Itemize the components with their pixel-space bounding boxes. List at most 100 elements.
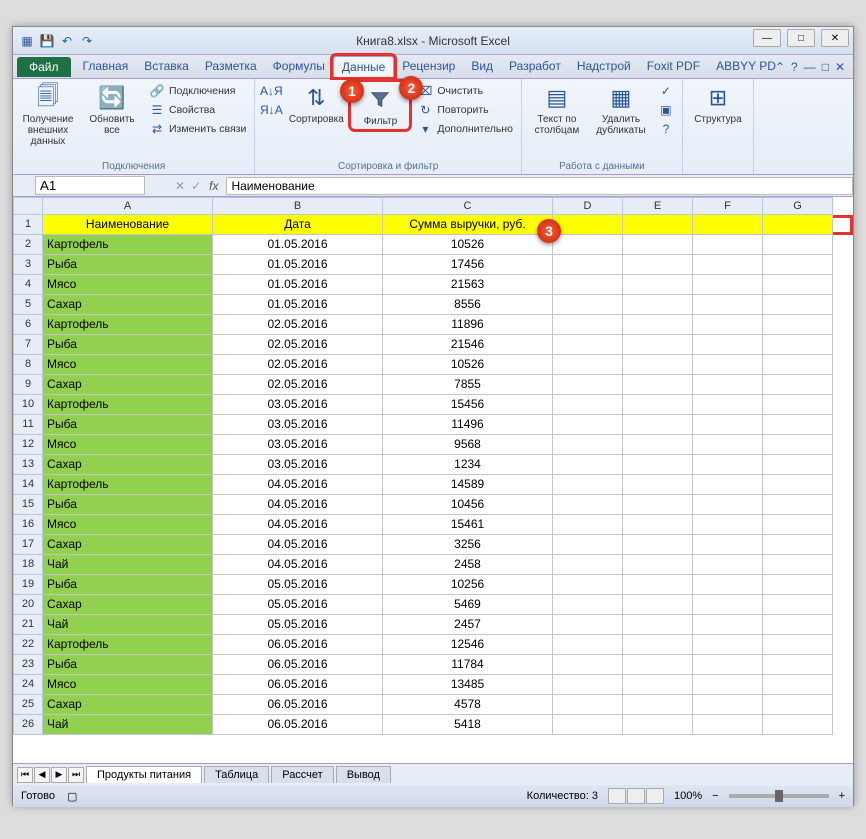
cell-B1[interactable]: Дата (213, 215, 383, 235)
tab-nav-last[interactable]: ⏭ (68, 767, 84, 783)
cell-D1[interactable] (553, 215, 623, 235)
cell-G2[interactable] (763, 235, 833, 255)
col-header-B[interactable]: B (213, 197, 383, 215)
outline-button[interactable]: ⊞ Структура (689, 82, 747, 125)
cell-E15[interactable] (623, 495, 693, 515)
cell-A22[interactable]: Картофель (43, 635, 213, 655)
cell-F2[interactable] (693, 235, 763, 255)
cell-C21[interactable]: 2457 (383, 615, 553, 635)
cell-C4[interactable]: 21563 (383, 275, 553, 295)
cell-D10[interactable] (553, 395, 623, 415)
cell-E3[interactable] (623, 255, 693, 275)
col-header-C[interactable]: C (383, 197, 553, 215)
remove-duplicates-button[interactable]: ▦ Удалить дубликаты (592, 82, 650, 136)
cell-F5[interactable] (693, 295, 763, 315)
cell-G8[interactable] (763, 355, 833, 375)
row-header[interactable]: 22 (13, 635, 43, 655)
cell-B14[interactable]: 04.05.2016 (213, 475, 383, 495)
cancel-formula-icon[interactable]: ✕ (175, 179, 185, 193)
sort-asc-button[interactable]: А↓Я (261, 82, 281, 100)
sort-desc-button[interactable]: Я↓А (261, 101, 281, 119)
ribbon-tab-формулы[interactable]: Формулы (265, 56, 333, 77)
cell-C1[interactable]: Сумма выручки, руб. (383, 215, 553, 235)
cell-C3[interactable]: 17456 (383, 255, 553, 275)
cell-B26[interactable]: 06.05.2016 (213, 715, 383, 735)
col-header-G[interactable]: G (763, 197, 833, 215)
cell-G24[interactable] (763, 675, 833, 695)
cell-E12[interactable] (623, 435, 693, 455)
cell-B2[interactable]: 01.05.2016 (213, 235, 383, 255)
cell-F25[interactable] (693, 695, 763, 715)
cell-A14[interactable]: Картофель (43, 475, 213, 495)
cell-E2[interactable] (623, 235, 693, 255)
cell-E22[interactable] (623, 635, 693, 655)
row-header[interactable]: 1 (13, 215, 43, 235)
cell-D26[interactable] (553, 715, 623, 735)
cell-C13[interactable]: 1234 (383, 455, 553, 475)
cell-B11[interactable]: 03.05.2016 (213, 415, 383, 435)
cell-D8[interactable] (553, 355, 623, 375)
col-header-A[interactable]: A (43, 197, 213, 215)
row-header[interactable]: 14 (13, 475, 43, 495)
cell-A24[interactable]: Мясо (43, 675, 213, 695)
cell-A2[interactable]: Картофель (43, 235, 213, 255)
cell-D16[interactable] (553, 515, 623, 535)
row-header[interactable]: 6 (13, 315, 43, 335)
data-validation-button[interactable]: ✓ (656, 82, 676, 100)
cell-D3[interactable] (553, 255, 623, 275)
help-icon[interactable]: ? (791, 60, 798, 74)
minimize-button[interactable]: — (753, 29, 781, 47)
cell-D6[interactable] (553, 315, 623, 335)
edit-links-button[interactable]: ⇄Изменить связи (147, 120, 248, 138)
cell-E19[interactable] (623, 575, 693, 595)
cell-D23[interactable] (553, 655, 623, 675)
ribbon-tab-вставка[interactable]: Вставка (136, 56, 197, 77)
cell-A6[interactable]: Картофель (43, 315, 213, 335)
cell-C23[interactable]: 11784 (383, 655, 553, 675)
cell-A5[interactable]: Сахар (43, 295, 213, 315)
redo-icon[interactable]: ↷ (79, 33, 95, 49)
cell-F7[interactable] (693, 335, 763, 355)
cell-G5[interactable] (763, 295, 833, 315)
cell-D17[interactable] (553, 535, 623, 555)
cell-C2[interactable]: 10526 (383, 235, 553, 255)
fx-icon[interactable]: fx (209, 179, 218, 193)
cell-C24[interactable]: 13485 (383, 675, 553, 695)
row-header[interactable]: 26 (13, 715, 43, 735)
cell-B12[interactable]: 03.05.2016 (213, 435, 383, 455)
cell-A7[interactable]: Рыба (43, 335, 213, 355)
save-icon[interactable]: 💾 (39, 33, 55, 49)
zoom-slider[interactable] (729, 794, 829, 798)
cell-A11[interactable]: Рыба (43, 415, 213, 435)
ribbon-tab-рецензир[interactable]: Рецензир (394, 56, 463, 77)
worksheet-grid[interactable]: ABCDEFG 1НаименованиеДатаСумма выручки, … (13, 197, 853, 763)
cell-B13[interactable]: 03.05.2016 (213, 455, 383, 475)
tab-nav-prev[interactable]: ◀ (34, 767, 50, 783)
row-header[interactable]: 16 (13, 515, 43, 535)
cell-E18[interactable] (623, 555, 693, 575)
cell-C10[interactable]: 15456 (383, 395, 553, 415)
mdi-max-icon[interactable]: □ (822, 60, 829, 74)
cell-F15[interactable] (693, 495, 763, 515)
cell-F8[interactable] (693, 355, 763, 375)
cell-C12[interactable]: 9568 (383, 435, 553, 455)
enter-formula-icon[interactable]: ✓ (191, 179, 201, 193)
cell-D20[interactable] (553, 595, 623, 615)
cell-A8[interactable]: Мясо (43, 355, 213, 375)
cell-F13[interactable] (693, 455, 763, 475)
cell-D15[interactable] (553, 495, 623, 515)
reapply-button[interactable]: ↻Повторить (415, 101, 515, 119)
cell-A12[interactable]: Мясо (43, 435, 213, 455)
cell-G14[interactable] (763, 475, 833, 495)
cell-C22[interactable]: 12546 (383, 635, 553, 655)
cell-G17[interactable] (763, 535, 833, 555)
row-header[interactable]: 10 (13, 395, 43, 415)
cell-C14[interactable]: 14589 (383, 475, 553, 495)
ribbon-tab-foxit pdf[interactable]: Foxit PDF (639, 56, 708, 77)
ribbon-tab-надстрой[interactable]: Надстрой (569, 56, 639, 77)
cell-G6[interactable] (763, 315, 833, 335)
cell-D19[interactable] (553, 575, 623, 595)
cell-D4[interactable] (553, 275, 623, 295)
cell-E17[interactable] (623, 535, 693, 555)
cell-G25[interactable] (763, 695, 833, 715)
